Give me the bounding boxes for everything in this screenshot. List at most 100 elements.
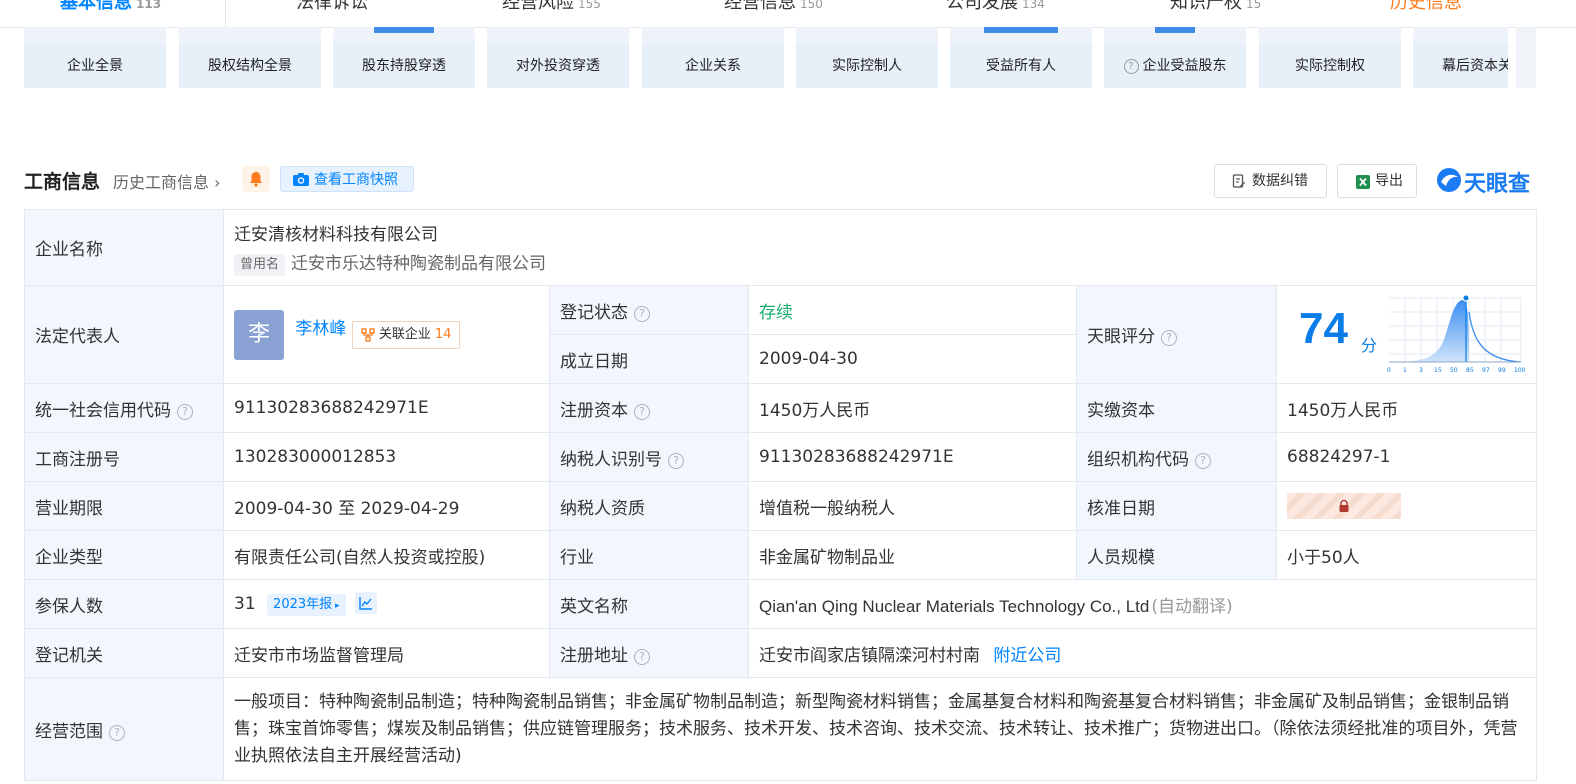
card-label: 股东持股穿透: [333, 44, 475, 88]
authority: 迁安市市场监督管理局: [223, 628, 550, 678]
address-label: 注册地址?: [549, 628, 749, 678]
used-name-line: 曾用名 迁安市乐达特种陶瓷制品有限公司: [234, 249, 1526, 276]
tab-history[interactable]: 历史信息: [1390, 0, 1462, 14]
help-icon[interactable]: ?: [1195, 452, 1211, 469]
reg-capital: 1450万人民币: [748, 383, 1077, 433]
approve-date-label: 核准日期: [1076, 481, 1277, 531]
caret-right-icon: ▸: [332, 601, 340, 611]
company-name-cell: 迁安清核材料科技有限公司 曾用名 迁安市乐达特种陶瓷制品有限公司: [222, 209, 1538, 286]
tab-legal[interactable]: 法律诉讼: [296, 0, 368, 14]
card-thumb: [24, 27, 166, 44]
score-curve-fill: [1389, 300, 1469, 362]
export-button[interactable]: 导出: [1337, 164, 1417, 198]
help-icon[interactable]: ?: [177, 403, 193, 420]
score-cell[interactable]: 74 分 0 1 3 15 50 85 97 99 100: [1275, 285, 1538, 384]
card-thumb: [1259, 27, 1401, 44]
row-type: 企业类型 有限责任公司(自然人投资或控股) 行业 非金属矿物制品业 人员规模 小…: [24, 530, 1538, 580]
row-reg-no: 工商注册号 130283000012853 纳税人识别号? 9113028368…: [24, 432, 1538, 482]
history-info-link[interactable]: 历史工商信息 ›: [113, 169, 221, 193]
legal-rep-name[interactable]: 李林峰: [295, 319, 346, 339]
page: 基本信息 113 法律诉讼 经营风险 155 经营信息 150 公司发展 134 知识产…: [0, 0, 1576, 784]
nearby-companies-link[interactable]: 附近公司: [993, 646, 1061, 666]
reg-status-label: 登记状态?: [549, 285, 749, 335]
org-code: 68824297-1: [1275, 432, 1538, 482]
auto-translate-note: (自动翻译): [1151, 596, 1233, 617]
card-thumb: [1413, 27, 1508, 44]
bell-button[interactable]: [242, 166, 270, 192]
card-mini-graphic: [374, 27, 434, 33]
card-thumb: [1104, 27, 1246, 44]
english-name-cell: Qian'an Qing Nuclear Materials Technolog…: [747, 579, 1538, 629]
credit-code-label: 统一社会信用代码?: [24, 383, 224, 433]
tab-operation-info[interactable]: 经营信息 150: [724, 0, 823, 14]
data-correction-button[interactable]: 数据纠错: [1214, 164, 1327, 198]
help-icon[interactable]: ?: [109, 724, 125, 741]
card-thumb: [487, 27, 629, 44]
card-enterprise-relation[interactable]: 企业关系: [642, 27, 784, 88]
help-icon[interactable]: ?: [1123, 59, 1139, 74]
reg-capital-label: 注册资本?: [549, 383, 749, 433]
section-title: 工商信息: [24, 171, 101, 193]
locked-value[interactable]: [1287, 493, 1401, 519]
card-label: 企业全景: [24, 44, 166, 88]
annual-report-tag[interactable]: 2023年报 ▸: [267, 594, 346, 616]
tab-ip[interactable]: 知识产权 15: [1170, 0, 1261, 14]
lock-icon: [1339, 499, 1349, 512]
type: 有限责任公司(自然人投资或控股): [223, 530, 550, 580]
help-icon[interactable]: ?: [1161, 330, 1177, 346]
help-icon[interactable]: ?: [634, 403, 650, 420]
card-actual-controller[interactable]: 实际控制人: [796, 27, 938, 88]
row-term: 营业期限 2009-04-30 至 2029-04-29 纳税人资质 增值税一般…: [24, 481, 1538, 531]
tick-label: 100: [1514, 367, 1526, 374]
card-mini-graphic: [984, 27, 1058, 33]
related-companies-tag[interactable]: 关联企业 14: [351, 320, 461, 349]
card-equity-structure[interactable]: 股权结构全景: [179, 27, 321, 88]
english-name-label: 英文名称: [549, 579, 749, 629]
est-date: 2009-04-30: [748, 334, 1077, 384]
card-beneficial-shareholder[interactable]: ? 企业受益股东: [1104, 27, 1246, 88]
card-thumb: [179, 27, 321, 44]
tick-label: 3: [1419, 367, 1423, 374]
card-behind-capital[interactable]: 幕后资本关联: [1413, 27, 1508, 88]
card-outbound-investment[interactable]: 对外投资穿透: [487, 27, 629, 88]
chevron-right-icon: ›: [209, 173, 221, 192]
taxpayer-id: 91130283688242971E: [748, 432, 1077, 482]
camera-icon: [293, 173, 309, 186]
help-icon[interactable]: ?: [634, 305, 650, 322]
tick-label: 85: [1466, 367, 1474, 374]
score-marker-dot: [1462, 294, 1470, 302]
card-shareholder-penetration[interactable]: 股东持股穿透: [333, 27, 475, 88]
snapshot-button[interactable]: 查看工商快照: [280, 166, 414, 192]
reg-no-label: 工商注册号: [24, 432, 224, 482]
card-label: ? 企业受益股东: [1104, 44, 1246, 88]
row-scope: 经营范围? 一般项目：特种陶瓷制品制造；特种陶瓷制品销售；非金属矿物制品制造；新…: [24, 677, 1538, 781]
industry: 非金属矿物制品业: [748, 530, 1077, 580]
feature-cards: 企业全景 股权结构全景 股东持股穿透 对外投资穿透 企业关系 实际控制人 受益所…: [24, 27, 1508, 89]
card-thumb: [796, 27, 938, 44]
card-enterprise-panorama[interactable]: 企业全景: [24, 27, 166, 88]
tab-basic-info[interactable]: 基本信息 113: [60, 0, 161, 14]
score-label: 天眼评分?: [1076, 285, 1277, 384]
help-icon[interactable]: ?: [668, 452, 684, 469]
card-thumb: [950, 27, 1092, 44]
tab-operation-risk[interactable]: 经营风险 155: [502, 0, 601, 14]
card-actual-control-right[interactable]: 实际控制权: [1259, 27, 1401, 88]
card-beneficial-owner[interactable]: 受益所有人: [950, 27, 1092, 88]
card-mini-graphic: [1155, 27, 1195, 33]
tick-label: 99: [1498, 367, 1506, 374]
card-label: 实际控制人: [796, 44, 938, 88]
cards-scroll-edge[interactable]: [1516, 27, 1536, 88]
row-credit-code: 统一社会信用代码? 91130283688242971E 注册资本? 1450万…: [24, 383, 1538, 433]
trend-chart-button[interactable]: [354, 592, 377, 614]
insured-cell: 31 2023年报 ▸: [223, 579, 550, 629]
help-icon[interactable]: ?: [634, 648, 650, 665]
address-cell: 迁安市阎家店镇隔滦河村村南 附近公司: [747, 628, 1538, 678]
tick-label: 97: [1482, 367, 1490, 374]
card-thumb: [642, 27, 784, 44]
company-name-label: 企业名称: [24, 209, 224, 286]
avatar[interactable]: 李: [234, 309, 284, 360]
insured-count: 31: [234, 594, 256, 614]
tab-development[interactable]: 公司发展 134: [946, 0, 1045, 14]
tick-label: 1: [1403, 367, 1407, 374]
card-thumb: [333, 27, 475, 44]
